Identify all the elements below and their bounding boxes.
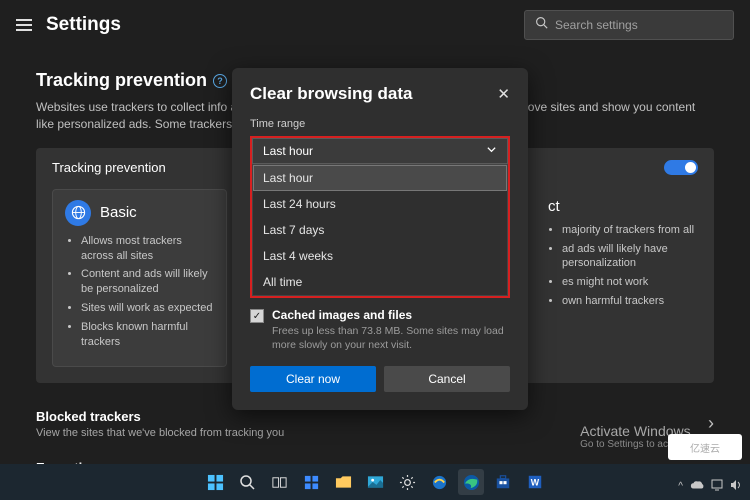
widgets-icon[interactable]	[298, 469, 324, 495]
tile-basic[interactable]: Basic Allows most trackers across all si…	[52, 189, 227, 367]
page-title: Settings	[46, 14, 524, 36]
cached-files-checkbox[interactable]: ✓	[250, 309, 264, 323]
tile-strict-name: ct	[548, 198, 698, 215]
store-icon[interactable]	[490, 469, 516, 495]
onedrive-icon[interactable]	[690, 480, 704, 493]
system-tray[interactable]: ^	[678, 479, 742, 494]
time-range-highlight: Last hour Last hour Last 24 hours Last 7…	[250, 136, 510, 298]
blocked-title: Blocked trackers	[36, 409, 284, 424]
time-range-dropdown: Last hour Last 24 hours Last 7 days Last…	[252, 164, 508, 296]
edge-icon[interactable]	[458, 469, 484, 495]
close-icon[interactable]: ✕	[497, 85, 510, 103]
word-icon[interactable]: W	[522, 469, 548, 495]
dialog-title: Clear browsing data	[250, 84, 412, 104]
tile-bullet: own harmful trackers	[562, 294, 698, 309]
blocked-desc: View the sites that we've blocked from t…	[36, 427, 284, 439]
dropdown-option[interactable]: Last 7 days	[253, 217, 507, 243]
tile-bullet: Allows most trackers across all sites	[81, 234, 214, 264]
tile-bullet: ad ads will likely have personalization	[562, 242, 698, 272]
tile-strict-partial[interactable]: ct majority of trackers from all ad ads …	[548, 198, 698, 313]
menu-icon[interactable]	[16, 19, 32, 31]
time-range-value: Last hour	[263, 144, 313, 158]
tray-chevron-icon[interactable]: ^	[678, 481, 683, 492]
tile-basic-name: Basic	[100, 204, 137, 221]
dropdown-option[interactable]: Last hour	[253, 165, 507, 191]
taskbar-search-icon[interactable]	[234, 469, 260, 495]
dropdown-option[interactable]: All time	[253, 269, 507, 295]
yisu-watermark: 亿速云	[668, 434, 742, 460]
tracking-toggle[interactable]	[664, 160, 698, 175]
search-input-wrapper[interactable]	[524, 10, 734, 40]
search-icon	[535, 16, 548, 34]
tracking-heading: Tracking prevention	[36, 70, 207, 91]
cached-files-label: Cached images and files	[272, 308, 510, 322]
tile-bullet: Content and ads will likely be personali…	[81, 267, 214, 297]
ie-icon[interactable]	[426, 469, 452, 495]
clear-now-button[interactable]: Clear now	[250, 366, 376, 392]
start-icon[interactable]	[202, 469, 228, 495]
network-icon[interactable]	[711, 479, 723, 494]
chevron-down-icon	[486, 144, 497, 158]
globe-icon	[65, 200, 91, 226]
svg-text:W: W	[531, 478, 540, 488]
explorer-icon[interactable]	[330, 469, 356, 495]
search-input[interactable]	[555, 18, 723, 32]
tile-bullet: Blocks known harmful trackers	[81, 320, 214, 350]
card-title: Tracking prevention	[52, 160, 166, 175]
time-range-select[interactable]: Last hour	[252, 138, 508, 164]
tile-bullet: es might not work	[562, 275, 698, 290]
tile-bullet: Sites will work as expected	[81, 301, 214, 316]
cached-files-desc: Frees up less than 73.8 MB. Some sites m…	[272, 324, 510, 352]
clear-browsing-data-dialog: Clear browsing data ✕ Time range Last ho…	[232, 68, 528, 410]
taskbar: W ^	[0, 464, 750, 500]
dropdown-option[interactable]: Last 4 weeks	[253, 243, 507, 269]
settings-icon[interactable]	[394, 469, 420, 495]
info-icon[interactable]: ?	[213, 74, 227, 88]
tile-bullet: majority of trackers from all	[562, 223, 698, 238]
dropdown-option[interactable]: Last 24 hours	[253, 191, 507, 217]
photos-icon[interactable]	[362, 469, 388, 495]
cancel-button[interactable]: Cancel	[384, 366, 510, 392]
volume-icon[interactable]	[730, 479, 742, 494]
time-range-label: Time range	[250, 118, 510, 130]
task-view-icon[interactable]	[266, 469, 292, 495]
